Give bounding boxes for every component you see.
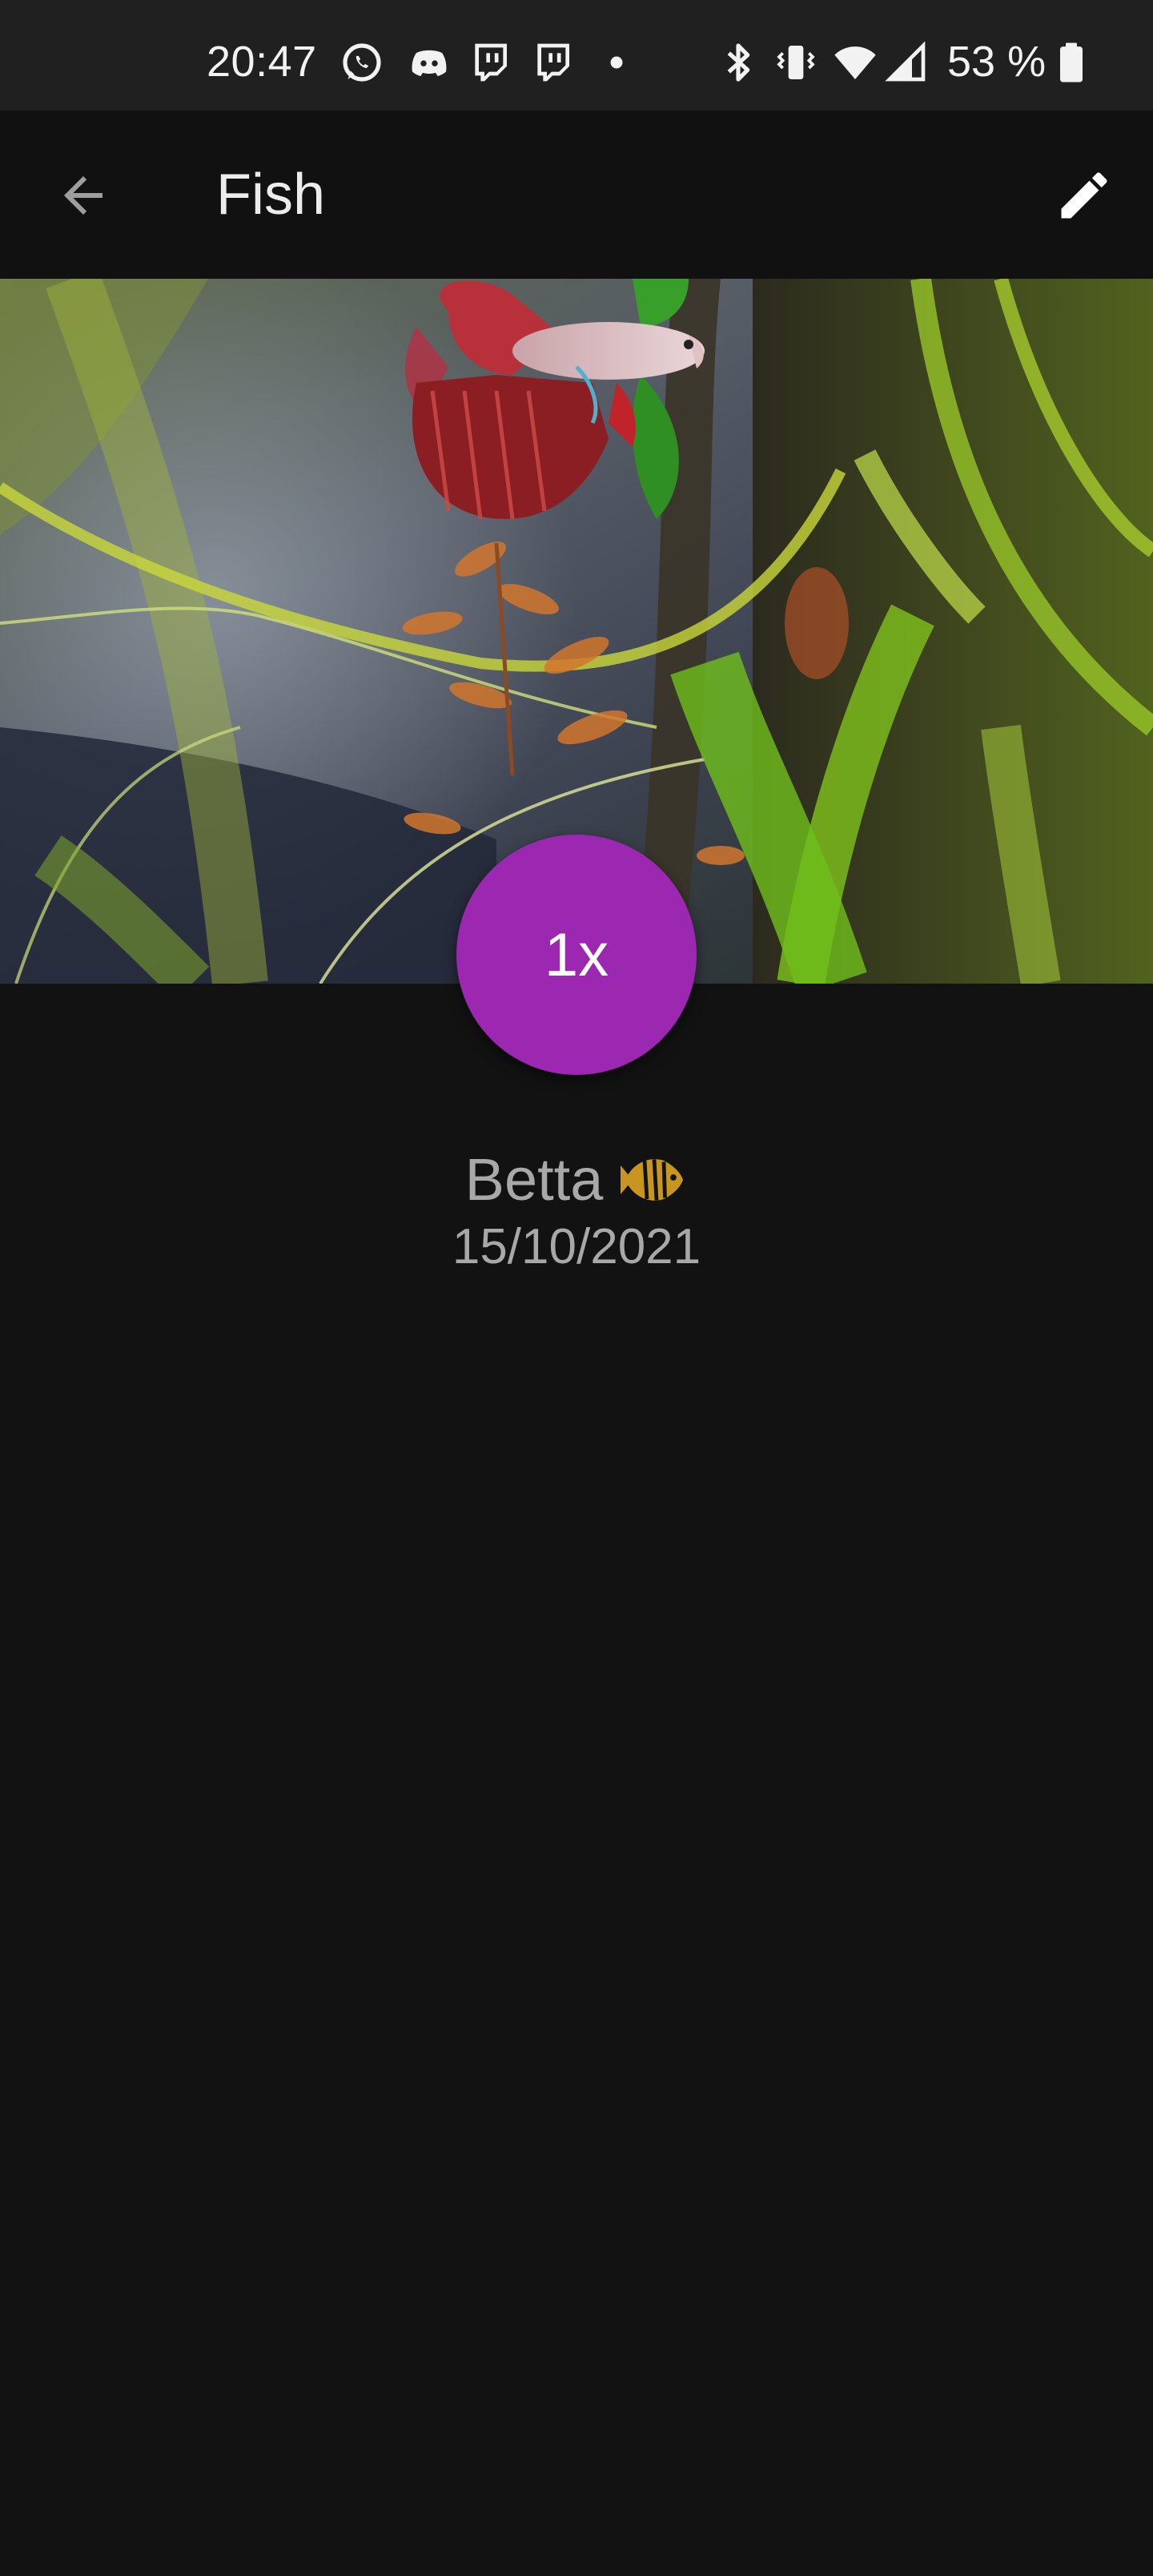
page-title: Fish — [216, 163, 326, 227]
species-row: Betta — [0, 1145, 1153, 1214]
quantity-label: 1x — [544, 920, 609, 989]
arrow-back-icon — [64, 176, 102, 215]
app-bar: Fish — [0, 111, 1153, 279]
fish-details: Betta 15/10/2021 — [0, 1145, 1153, 1275]
vibrate-icon — [777, 46, 815, 79]
discord-icon — [412, 50, 447, 77]
edit-button[interactable] — [1047, 159, 1121, 232]
pencil-icon — [1061, 172, 1107, 219]
back-button[interactable] — [46, 159, 120, 232]
bluetooth-icon — [727, 43, 750, 82]
whatsapp-icon — [343, 43, 381, 82]
quantity-fab-button[interactable]: 1x — [456, 835, 697, 1075]
twitch-icon — [475, 43, 507, 82]
tropical-fish-icon — [621, 1158, 684, 1201]
species-name: Betta — [464, 1146, 604, 1213]
battery-percent: 53 % — [947, 38, 1047, 86]
wifi-icon — [834, 46, 876, 79]
twitch-icon — [537, 43, 569, 82]
battery-icon — [1060, 42, 1083, 83]
cell-signal-icon — [885, 41, 926, 82]
dot-icon — [610, 56, 623, 69]
status-time: 20:47 — [207, 38, 317, 86]
added-date: 15/10/2021 — [452, 1219, 701, 1274]
status-bar: 20:47 53 % — [0, 0, 1153, 111]
